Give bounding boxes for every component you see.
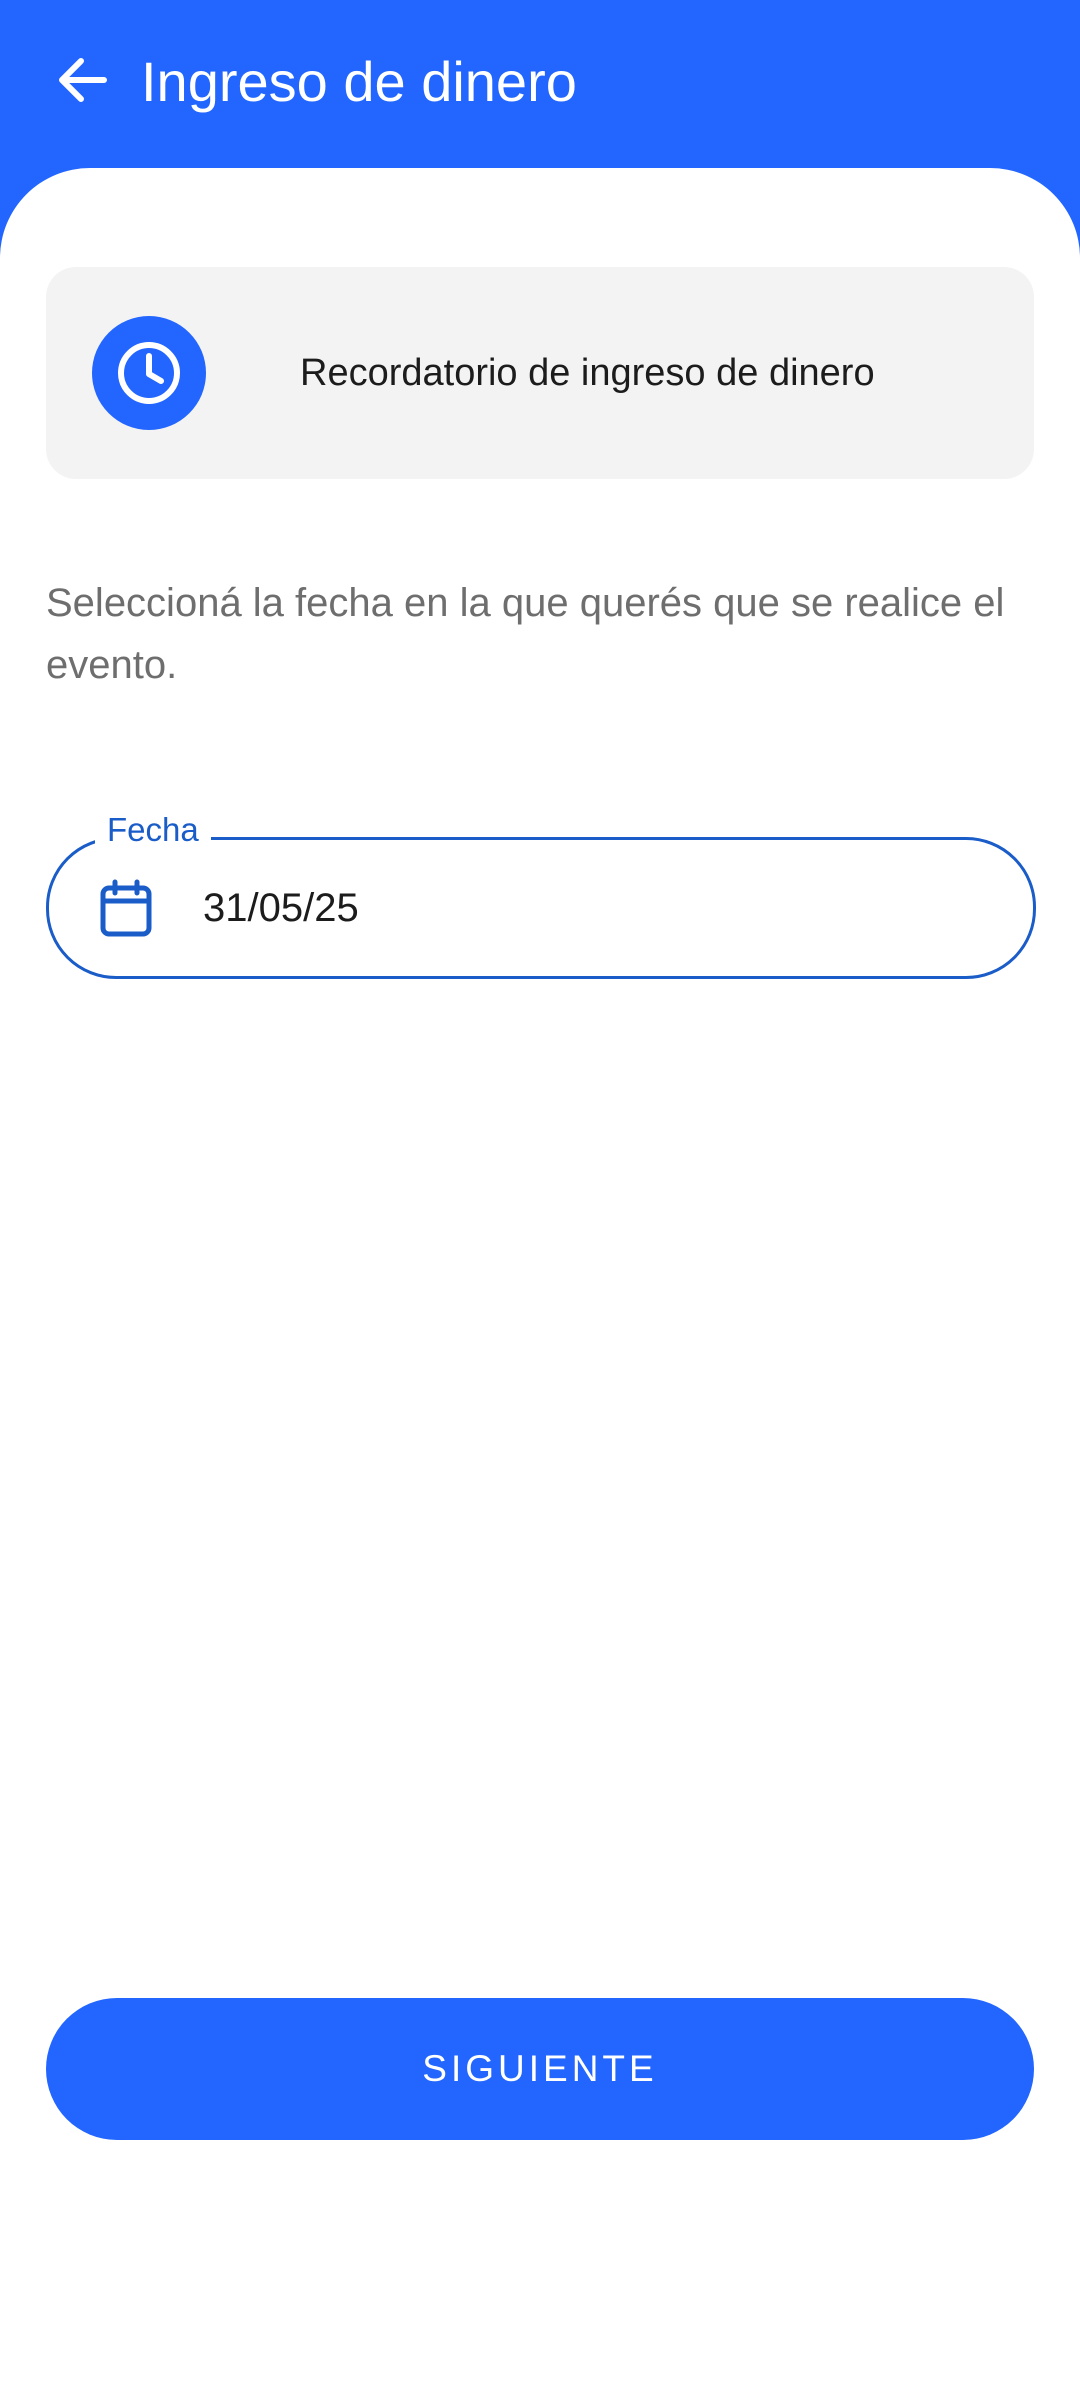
- date-field[interactable]: Fecha 31/05/25: [46, 810, 1036, 979]
- date-value: 31/05/25: [203, 885, 359, 930]
- arrow-left-icon: [57, 57, 107, 103]
- next-button[interactable]: SIGUIENTE: [46, 1998, 1034, 2140]
- page-title: Ingreso de dinero: [141, 50, 577, 113]
- back-button[interactable]: [46, 44, 118, 116]
- date-field-label: Fecha: [95, 810, 211, 850]
- reminder-title: Recordatorio de ingreso de dinero: [300, 351, 875, 394]
- clock-icon: [92, 316, 206, 430]
- screen: Ingreso de dinero Recordatorio de ingres…: [0, 0, 1080, 2403]
- calendar-icon[interactable]: [99, 879, 153, 937]
- instructions-text: Seleccioná la fecha en la que querés que…: [46, 581, 1005, 687]
- next-button-label: SIGUIENTE: [422, 2048, 658, 2089]
- app-header: Ingreso de dinero: [0, 0, 1080, 170]
- reminder-card: Recordatorio de ingreso de dinero: [46, 267, 1034, 479]
